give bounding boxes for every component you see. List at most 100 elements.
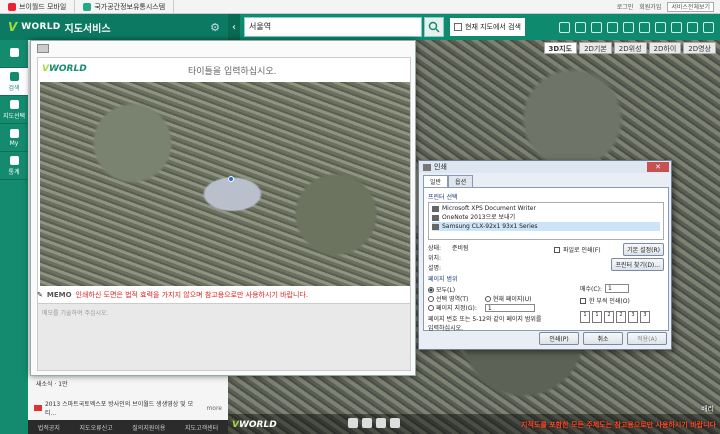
nav-label: 통계: [8, 168, 20, 176]
nav-home[interactable]: [0, 40, 28, 68]
tilt-icon[interactable]: [376, 418, 386, 428]
status-value: 준비됨: [452, 245, 469, 252]
preview-title-input[interactable]: 타이틀을 입력하십시오.: [188, 64, 277, 77]
printer-icon: [432, 223, 439, 230]
tab-2d-video[interactable]: 2D영상: [683, 42, 716, 54]
rotate-left-icon[interactable]: [348, 418, 358, 428]
range-group-label: 페이지 범위: [428, 276, 458, 283]
layer-icon[interactable]: [559, 21, 570, 33]
panel-footer: 법적공지 지도오류신고 질의지원이용 지도고객센터: [28, 420, 228, 434]
search-input[interactable]: 서울역: [244, 17, 422, 37]
nav-map-select[interactable]: 지도선택: [0, 96, 28, 124]
service-select[interactable]: 서비스전체보기: [667, 1, 714, 12]
brand-logo[interactable]: V WORLD 지도서비스 ⚙: [0, 14, 228, 40]
current-map-search-checkbox[interactable]: 현재 지도에서 검색: [450, 18, 525, 36]
tab-vworld-mobile[interactable]: 브이월드 모바일: [0, 0, 76, 14]
memo-warning: 인쇄하신 도면은 법적 효력을 가지지 않으며 참고용으로만 사용하시기 바랍니…: [75, 291, 309, 299]
preferences-button[interactable]: 기본 설정(R): [623, 243, 664, 256]
map-icon: [9, 99, 19, 109]
print-preview: VWORLD 타이틀을 입력하십시오. ✎ MEMO 인쇄하신 도면은 법적 효…: [30, 40, 416, 376]
find-printer-button[interactable]: 프린터 찾기(D)...: [611, 258, 664, 271]
printer-group-label: 프린터 선택: [428, 194, 458, 201]
range-selection-radio[interactable]: 선택 영역(T): [428, 294, 477, 303]
globe-icon: [83, 2, 92, 11]
grid-icon[interactable]: [687, 21, 698, 33]
view-icon[interactable]: [655, 21, 666, 33]
memo-label: MEMO: [46, 291, 72, 299]
status-label: 상태:: [428, 245, 442, 252]
printer-item[interactable]: Microsoft XPS Document Writer: [432, 204, 660, 213]
map-toolbar: [559, 21, 720, 33]
printer-icon: [432, 214, 439, 221]
print-to-file-checkbox[interactable]: 파일로 인쇄(F) 기본 설정(R): [554, 243, 664, 256]
tab-options[interactable]: 옵션: [448, 175, 474, 187]
flag-icon: [34, 405, 42, 411]
map-controls: [348, 418, 400, 428]
search-button[interactable]: [424, 17, 444, 37]
preview-close-button[interactable]: [37, 44, 49, 53]
range-all-radio[interactable]: 모두(L): [428, 285, 477, 294]
footer-report-link[interactable]: 지도오류신고: [80, 423, 113, 432]
tab-general[interactable]: 일반: [423, 175, 449, 187]
gear-icon[interactable]: ⚙: [210, 21, 220, 34]
copies-section: 매수(C): 1 한 부씩 인쇄(O) 112233: [580, 284, 660, 323]
join-link[interactable]: 회원가입: [639, 2, 661, 11]
checkbox-box: [554, 246, 560, 253]
header: V WORLD 지도서비스 ⚙ ‹ 서울역 현재 지도에서 검색: [0, 14, 720, 40]
range-pages-radio[interactable]: 페이지 지정(G):: [428, 303, 477, 312]
footer-support-link[interactable]: 질의지원이용: [132, 423, 165, 432]
download-icon[interactable]: [607, 21, 618, 33]
range-current-radio[interactable]: 현재 페이지(U): [484, 294, 535, 303]
print-icon[interactable]: [591, 21, 602, 33]
dialog-tabs: 일반 옵션: [419, 173, 671, 187]
fullscreen-icon[interactable]: [703, 21, 714, 33]
mobile-icon: [8, 2, 16, 11]
tab-2d-hybrid[interactable]: 2D하이: [648, 42, 682, 54]
print-dialog: 인쇄 ✕ 일반 옵션 프린터 선택 Microsoft XPS Document…: [418, 160, 672, 350]
checkbox-label: 한 부씩 인쇄(O): [589, 298, 630, 305]
close-icon[interactable]: ✕: [647, 162, 669, 172]
collate-checkbox[interactable]: 한 부씩 인쇄(O): [580, 296, 660, 305]
collapse-panel-button[interactable]: ‹: [228, 14, 240, 40]
measure-icon[interactable]: [575, 21, 586, 33]
rotate-right-icon[interactable]: [362, 418, 372, 428]
tab-label: 브이월드 모바일: [19, 2, 67, 11]
cancel-button[interactable]: 취소: [583, 332, 623, 345]
nav-my[interactable]: My: [0, 124, 28, 152]
bookmark-icon[interactable]: [639, 21, 650, 33]
apply-button[interactable]: 적용(A): [627, 332, 667, 345]
promo-banner[interactable]: 2013 스마트국토엑스포 방사인의 브이월드 생생영상 및 모티... mor…: [34, 401, 222, 417]
nav-label: 지도선택: [2, 112, 26, 120]
nav-stats[interactable]: 통계: [0, 152, 28, 180]
tab-national-spatial[interactable]: 국가공간정보유통시스템: [75, 0, 175, 14]
footer-center-link[interactable]: 지도고객센터: [185, 423, 218, 432]
tab-2d-satellite[interactable]: 2D위성: [613, 42, 647, 54]
area-icon[interactable]: [671, 21, 682, 33]
printer-item-selected[interactable]: Samsung CLX-92x1 93x1 Series: [432, 222, 660, 231]
memo-textarea[interactable]: 메모를 기술하여 주십시오.: [37, 303, 411, 371]
tab-3d[interactable]: 3D지도: [543, 42, 578, 54]
reset-icon[interactable]: [390, 418, 400, 428]
news-item[interactable]: 새소식 · 1만: [36, 379, 68, 388]
dialog-title: 인쇄: [434, 163, 447, 171]
print-button[interactable]: 인쇄(P): [539, 332, 579, 345]
checkbox-label: 파일로 인쇄(F): [563, 247, 601, 254]
dialog-body: 프린터 선택 Microsoft XPS Document Writer One…: [423, 187, 669, 332]
printer-item[interactable]: OneNote 2013으로 보내기: [432, 213, 660, 222]
footer-legal-link[interactable]: 법적공지: [38, 423, 60, 432]
pin-icon: [9, 128, 19, 138]
login-link[interactable]: 로그인: [617, 2, 634, 11]
location-marker-icon: [228, 176, 234, 182]
printer-list: Microsoft XPS Document Writer OneNote 20…: [428, 202, 664, 240]
dialog-titlebar[interactable]: 인쇄 ✕: [419, 161, 671, 173]
tab-2d-basic[interactable]: 2D기본: [579, 42, 612, 54]
share-icon[interactable]: [623, 21, 634, 33]
home-icon: [9, 48, 19, 57]
more-link[interactable]: more: [206, 405, 222, 412]
nav-label: My: [9, 139, 19, 147]
nav-search[interactable]: 검색: [0, 68, 28, 96]
copies-input[interactable]: 1: [604, 284, 629, 293]
chart-icon: [9, 155, 19, 165]
page-range-input[interactable]: 1: [484, 303, 535, 312]
copies-label: 매수(C):: [580, 286, 602, 293]
